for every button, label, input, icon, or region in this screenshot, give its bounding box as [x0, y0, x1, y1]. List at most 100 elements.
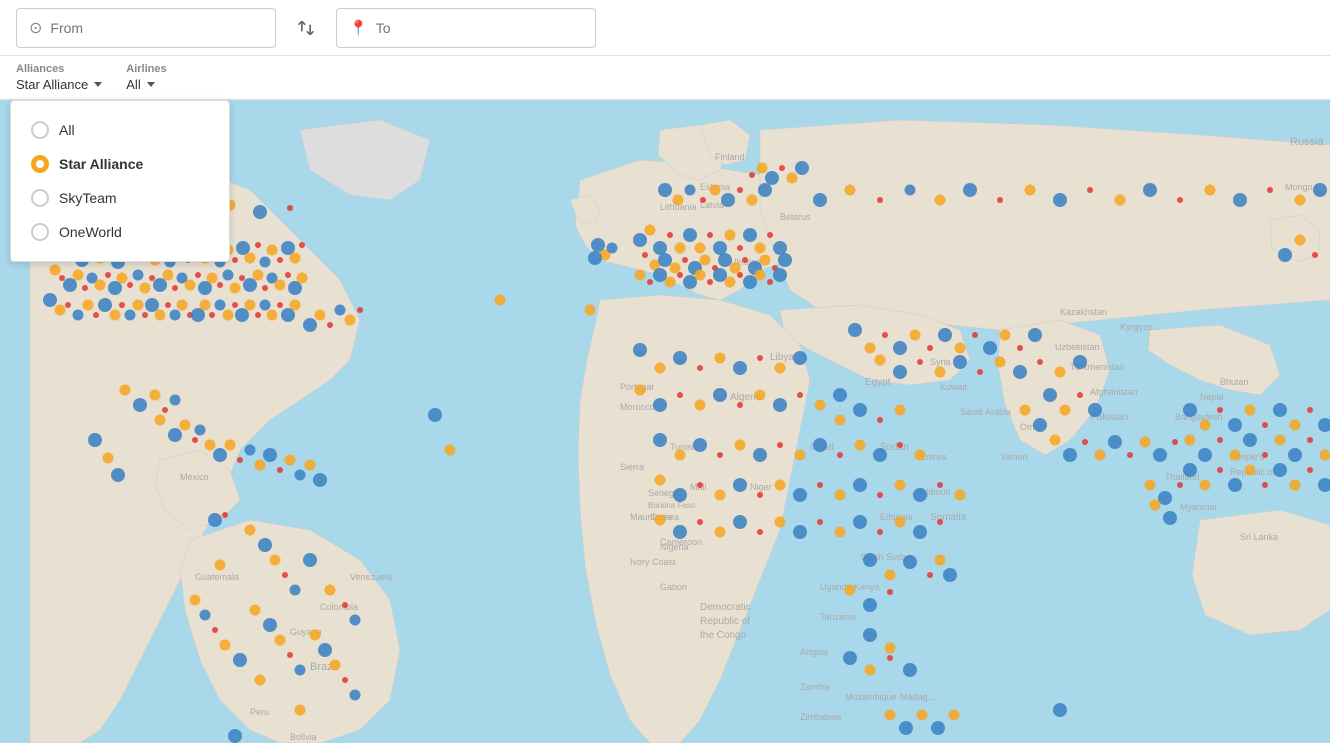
airport-dot: [428, 408, 442, 422]
airport-dot: [1217, 437, 1223, 443]
svg-text:Angola: Angola: [800, 647, 828, 657]
airport-dot: [1198, 448, 1212, 462]
radio-all: [31, 121, 49, 139]
airport-dot: [742, 257, 748, 263]
airport-dot: [170, 395, 181, 406]
airport-dot: [863, 553, 877, 567]
airport-dot: [295, 470, 306, 481]
airport-dot: [1262, 452, 1268, 458]
airport-dot: [795, 161, 809, 175]
svg-text:Libya: Libya: [770, 352, 794, 363]
airport-dot: [835, 490, 846, 501]
airport-dot: [1163, 511, 1177, 525]
airport-dot: [162, 407, 168, 413]
airport-dot: [1262, 482, 1268, 488]
airport-dot: [647, 279, 653, 285]
airport-dot: [277, 257, 283, 263]
airport-dot: [277, 302, 283, 308]
airport-dot: [267, 245, 278, 256]
airport-dot: [325, 585, 336, 596]
airport-dot: [1233, 193, 1247, 207]
alliances-chevron-icon: [94, 82, 102, 87]
airport-dot: [893, 365, 907, 379]
airport-dot: [318, 643, 332, 657]
from-input[interactable]: [50, 20, 263, 36]
airport-dot: [263, 448, 277, 462]
alliance-option-skyteam[interactable]: SkyTeam: [11, 181, 229, 215]
airport-dot: [133, 398, 147, 412]
airport-dot: [1245, 405, 1256, 416]
airport-dot: [693, 438, 707, 452]
airport-dot: [673, 195, 684, 206]
svg-text:Venezuela: Venezuela: [350, 572, 392, 582]
airport-dot: [893, 341, 907, 355]
location-pin-icon: ⊙: [29, 18, 42, 38]
airport-dot: [685, 185, 696, 196]
airport-dot: [853, 515, 867, 529]
airlines-filter-group: Airlines All: [126, 63, 166, 92]
airport-dot: [342, 602, 348, 608]
airport-dot: [793, 525, 807, 539]
airport-dot: [255, 460, 266, 471]
alliance-option-star[interactable]: Star Alliance: [11, 147, 229, 181]
alliance-option-oneworld[interactable]: OneWorld: [11, 215, 229, 249]
airport-dot: [863, 598, 877, 612]
airport-dot: [755, 270, 766, 281]
airport-dot: [817, 519, 823, 525]
airport-dot: [877, 197, 883, 203]
airport-dot: [645, 225, 656, 236]
airport-dot: [215, 300, 226, 311]
airport-dot: [95, 280, 106, 291]
filterbar: Alliances Star Alliance Airlines All: [0, 56, 1330, 100]
airport-dot: [953, 355, 967, 369]
airport-dot: [262, 285, 268, 291]
airport-dot: [170, 310, 181, 321]
airport-dot: [88, 433, 102, 447]
airport-dot: [658, 183, 672, 197]
airport-dot: [913, 488, 927, 502]
radio-oneworld: [31, 223, 49, 241]
svg-text:Sierra: Sierra: [620, 462, 644, 472]
airport-dot: [290, 253, 301, 264]
airlines-dropdown-button[interactable]: All: [126, 77, 166, 92]
airport-dot: [1307, 467, 1313, 473]
alliances-dropdown-button[interactable]: Star Alliance: [16, 77, 102, 92]
airport-dot: [1295, 195, 1306, 206]
airport-dot: [103, 453, 114, 464]
alliance-option-all[interactable]: All: [11, 113, 229, 147]
airport-dot: [305, 460, 316, 471]
airport-dot: [885, 710, 896, 721]
airport-dot: [927, 572, 933, 578]
swap-button[interactable]: [288, 10, 324, 46]
svg-text:Kuwait: Kuwait: [940, 382, 968, 392]
airport-dot: [50, 265, 61, 276]
airport-dot: [327, 322, 333, 328]
airport-dot: [63, 278, 77, 292]
airport-dot: [787, 173, 798, 184]
svg-text:Madag...: Madag...: [900, 692, 935, 702]
airport-dot: [310, 630, 321, 641]
airport-dot: [757, 163, 768, 174]
airport-dot: [777, 442, 783, 448]
svg-text:Uzbekistan: Uzbekistan: [1055, 342, 1100, 352]
airport-dot: [1320, 450, 1330, 461]
airport-dot: [445, 445, 456, 456]
svg-text:Mexico: Mexico: [180, 472, 209, 482]
airport-dot: [855, 440, 866, 451]
airport-dot: [117, 273, 128, 284]
airport-dot: [1143, 183, 1157, 197]
airport-dot: [1267, 187, 1273, 193]
airport-dot: [1318, 478, 1330, 492]
alliance-option-skyteam-label: SkyTeam: [59, 190, 117, 206]
airport-dot: [949, 710, 960, 721]
airlines-selected-value: All: [126, 77, 140, 92]
airport-dot: [955, 490, 966, 501]
airport-dot: [673, 351, 687, 365]
airport-dot: [837, 452, 843, 458]
airport-dot: [877, 492, 883, 498]
to-input[interactable]: [376, 20, 583, 36]
airport-dot: [255, 675, 266, 686]
airport-dot: [675, 243, 686, 254]
airport-dot: [642, 252, 648, 258]
airport-dot: [1295, 235, 1306, 246]
